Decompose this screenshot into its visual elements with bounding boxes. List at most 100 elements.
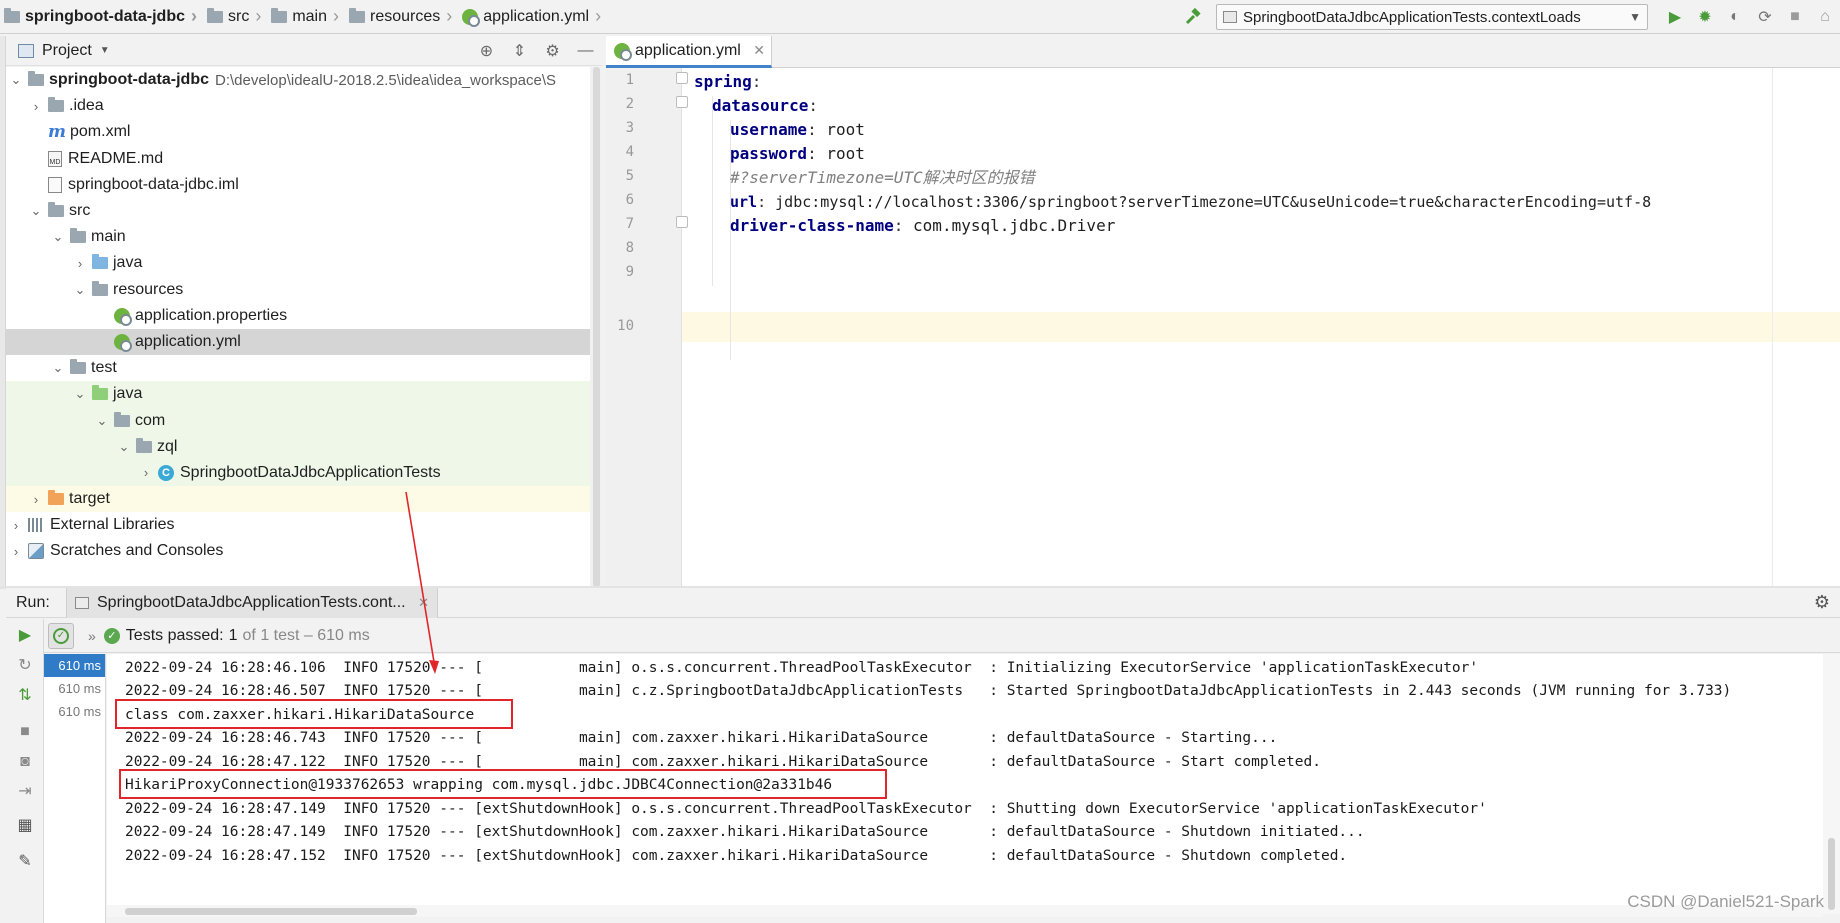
tree-node-scratches[interactable]: › Scratches and Consoles bbox=[6, 538, 602, 564]
editor-gutter: 1 2 3 4 5 6 7 8 9 10 bbox=[606, 68, 682, 586]
scrollbar-thumb[interactable] bbox=[125, 908, 417, 915]
chevron-down-icon[interactable]: ⌄ bbox=[72, 386, 88, 402]
chevron-down-icon[interactable]: ⌄ bbox=[116, 439, 132, 455]
chevron-right-icon[interactable]: › bbox=[28, 492, 44, 507]
tree-node-zql[interactable]: ⌄ zql bbox=[6, 433, 602, 460]
run-panel-header: Run: SpringbootDataJdbcApplicationTests.… bbox=[6, 587, 1840, 618]
tree-node-pom[interactable]: m pom.xml bbox=[6, 119, 602, 145]
gear-icon[interactable]: ⚙ bbox=[1814, 592, 1830, 613]
chevron-right-icon[interactable]: › bbox=[8, 544, 24, 559]
tree-node-external-libraries[interactable]: › External Libraries bbox=[6, 512, 602, 538]
test-status-bar: ✓ » ✓ Tests passed: 1 of 1 test – 610 ms bbox=[44, 619, 1840, 653]
breadcrumb-item-src[interactable]: src › bbox=[203, 0, 267, 34]
breadcrumb-separator: › bbox=[255, 6, 262, 26]
fold-marker-icon[interactable] bbox=[676, 96, 688, 108]
chevron-right-icon[interactable]: › bbox=[28, 99, 44, 114]
stop-icon[interactable]: ■ bbox=[1780, 4, 1810, 30]
tab-application-yml[interactable]: application.yml ✕ bbox=[606, 36, 772, 68]
spring-yml-icon bbox=[462, 8, 481, 27]
breadcrumb-item-resources[interactable]: resources › bbox=[345, 0, 458, 34]
close-icon[interactable]: ✕ bbox=[418, 595, 429, 611]
tree-node-com[interactable]: ⌄ com bbox=[6, 407, 602, 434]
tree-node-idea[interactable]: › .idea bbox=[6, 93, 602, 119]
layout-icon[interactable]: ▦ bbox=[14, 815, 36, 837]
test-result-item[interactable]: 610 ms bbox=[44, 677, 105, 700]
tree-node-readme[interactable]: MD README.md bbox=[6, 146, 602, 172]
tree-node-src[interactable]: ⌄ src bbox=[6, 198, 602, 224]
chevron-down-icon[interactable]: ⌄ bbox=[94, 413, 110, 429]
tree-node-app-yml[interactable]: application.yml bbox=[6, 328, 602, 356]
yaml-separator: : bbox=[757, 193, 767, 211]
tree-node-module[interactable]: ⌄ springboot-data-jdbc D:\develop\idealU… bbox=[6, 67, 602, 93]
chevron-down-icon[interactable]: ⌄ bbox=[50, 360, 66, 376]
project-tree-scrollbar[interactable] bbox=[590, 67, 602, 587]
project-tree: ⌄ springboot-data-jdbc D:\develop\idealU… bbox=[6, 67, 602, 587]
chevron-right-icon[interactable]: › bbox=[72, 256, 88, 271]
line-number: 8 bbox=[625, 240, 634, 256]
tree-node-main[interactable]: ⌄ main bbox=[6, 224, 602, 250]
chevron-right-icon[interactable]: › bbox=[138, 465, 154, 480]
fold-marker-icon[interactable] bbox=[676, 72, 688, 84]
tests-passed-label: Tests passed: bbox=[125, 626, 224, 644]
camera-icon[interactable]: ◙ bbox=[14, 753, 36, 775]
run-configuration-select[interactable]: SpringbootDataJdbcApplicationTests.conte… bbox=[1216, 4, 1648, 30]
pin-icon[interactable]: ✎ bbox=[14, 851, 36, 873]
run-side-toolbar: ▶ ↻ ⇅ ■ ◙ ⇥ ▦ ✎ bbox=[6, 619, 44, 923]
rerun-failed-icon[interactable]: ↻ bbox=[14, 655, 36, 677]
chevron-down-icon[interactable]: ⌄ bbox=[72, 282, 88, 298]
breadcrumb-item-project[interactable]: springboot-data-jdbc › bbox=[0, 0, 203, 34]
scrollbar-thumb[interactable] bbox=[593, 67, 600, 587]
import-icon[interactable]: ⇥ bbox=[14, 781, 36, 803]
console-horizontal-scrollbar[interactable] bbox=[107, 905, 1823, 917]
chevron-right-icon[interactable]: › bbox=[8, 518, 24, 533]
tree-node-iml[interactable]: springboot-data-jdbc.iml bbox=[6, 172, 602, 198]
check-circle-icon: ✓ bbox=[53, 627, 69, 644]
minimize-icon[interactable]: — bbox=[569, 42, 602, 60]
test-result-item[interactable]: 610 ms bbox=[44, 700, 105, 723]
chevron-double-right-icon[interactable]: » bbox=[88, 628, 96, 644]
yaml-key: datasource bbox=[712, 96, 809, 115]
run-icon[interactable]: ▶ bbox=[1660, 4, 1690, 30]
breadcrumb-item-main[interactable]: main › bbox=[267, 0, 345, 34]
spring-config-icon bbox=[114, 307, 132, 326]
yaml-separator: : bbox=[751, 72, 762, 91]
gear-icon[interactable]: ⚙ bbox=[536, 41, 569, 61]
fold-marker-icon[interactable] bbox=[676, 216, 688, 228]
spring-config-icon bbox=[114, 333, 132, 352]
breadcrumb-item-file[interactable]: application.yml › bbox=[458, 0, 607, 34]
chevron-down-icon[interactable]: ▼ bbox=[100, 45, 110, 56]
debug-icon[interactable]: ✹ bbox=[1690, 4, 1720, 30]
show-passed-toggle[interactable]: ✓ bbox=[48, 622, 74, 649]
scrollbar-thumb[interactable] bbox=[1828, 838, 1835, 910]
tree-node-app-properties[interactable]: application.properties bbox=[6, 303, 602, 329]
project-panel-title[interactable]: Project bbox=[42, 42, 92, 60]
build-hammer-icon[interactable] bbox=[1182, 6, 1204, 28]
tree-node-test[interactable]: ⌄ test bbox=[6, 355, 602, 381]
folder-icon bbox=[206, 7, 223, 23]
test-result-item[interactable]: 610 ms bbox=[44, 654, 105, 677]
close-icon[interactable]: ✕ bbox=[753, 42, 765, 59]
locate-icon[interactable]: ⊕ bbox=[470, 41, 503, 61]
line-number: 4 bbox=[625, 144, 634, 160]
sync-icon[interactable]: ⌂ bbox=[1810, 4, 1840, 30]
chevron-down-icon[interactable]: ⌄ bbox=[8, 72, 24, 88]
chevron-down-icon[interactable]: ⌄ bbox=[50, 229, 66, 245]
tree-node-main-java[interactable]: › java bbox=[6, 250, 602, 276]
toggle-auto-test-icon[interactable]: ⇅ bbox=[14, 685, 36, 707]
console-line: 2022-09-24 16:28:47.152 INFO 17520 --- [… bbox=[125, 848, 1348, 864]
profile-icon[interactable]: ⟳ bbox=[1750, 4, 1780, 30]
tab-run-configuration[interactable]: SpringbootDataJdbcApplicationTests.cont.… bbox=[66, 587, 438, 618]
coverage-icon[interactable]: ◐ bbox=[1720, 4, 1750, 30]
tree-node-target[interactable]: › target bbox=[6, 486, 602, 513]
rerun-icon[interactable]: ▶ bbox=[14, 625, 36, 647]
stop-icon[interactable]: ■ bbox=[14, 723, 36, 745]
tree-node-test-java[interactable]: ⌄ java bbox=[6, 381, 602, 408]
chevron-down-icon[interactable]: ⌄ bbox=[28, 203, 44, 219]
tree-node-test-class[interactable]: › C SpringbootDataJdbcApplicationTests bbox=[6, 459, 602, 486]
annotation-highlight-box bbox=[119, 769, 887, 799]
console-vertical-scrollbar[interactable] bbox=[1823, 654, 1840, 914]
tree-node-resources[interactable]: ⌄ resources bbox=[6, 277, 602, 303]
code-editor[interactable]: 1 2 3 4 5 6 7 8 9 10 spring: datasource:… bbox=[606, 68, 1840, 586]
collapse-icon[interactable]: ⇕ bbox=[503, 41, 536, 61]
console-output[interactable]: 2022-09-24 16:28:46.106 INFO 17520 --- [… bbox=[107, 654, 1823, 914]
